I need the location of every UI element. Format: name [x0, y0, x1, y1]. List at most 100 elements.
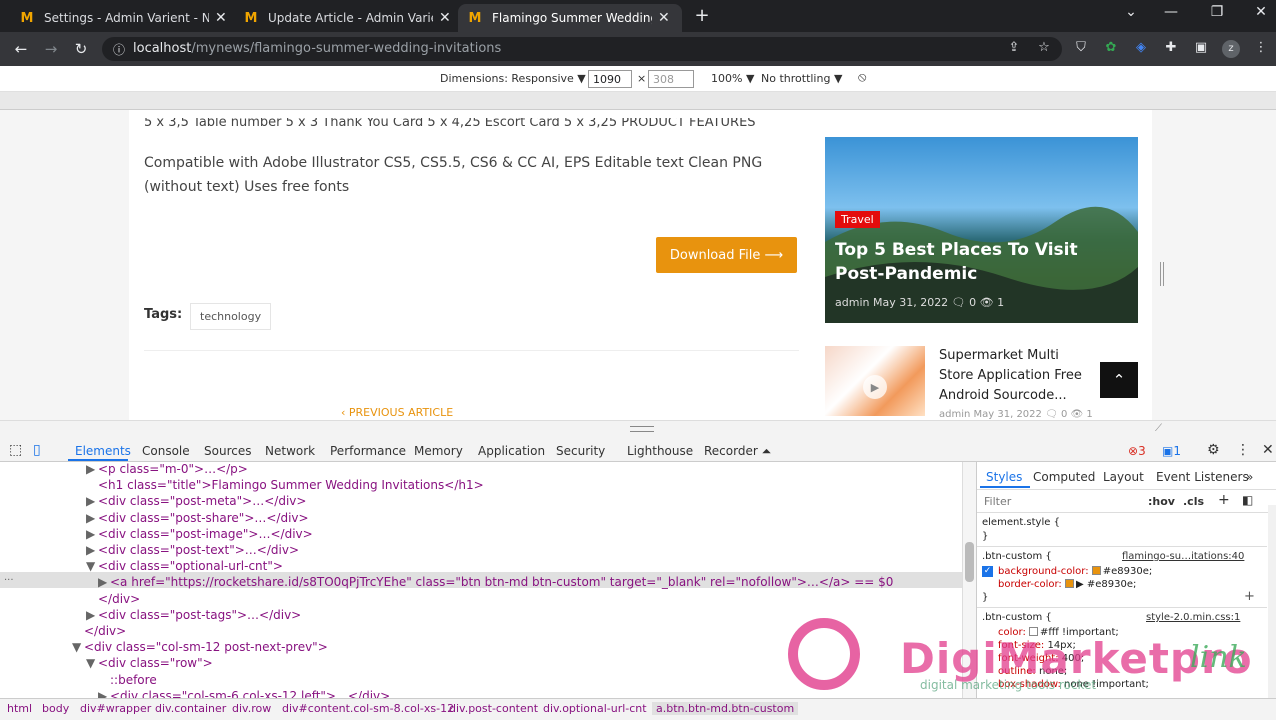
- close-window-button[interactable]: ✕: [1246, 4, 1276, 26]
- expand-arrow-icon[interactable]: ▶: [86, 543, 98, 557]
- viewport-resize-handle[interactable]: [1160, 262, 1164, 286]
- back-icon[interactable]: ←: [10, 40, 32, 58]
- close-icon[interactable]: ✕: [215, 10, 227, 26]
- breadcrumb-item[interactable]: a.btn.btn-md.btn-custom: [652, 702, 799, 715]
- sidepanel-icon[interactable]: ▣: [1192, 40, 1210, 58]
- expand-arrow-icon[interactable]: ▼: [86, 656, 98, 670]
- device-toggle-icon[interactable]: ▯: [33, 442, 41, 458]
- tab-recorder[interactable]: Recorder ⏶: [704, 444, 771, 459]
- previous-article-link[interactable]: ‹ PREVIOUS ARTICLE: [341, 406, 453, 419]
- dom-node-line[interactable]: ▶ <a href="https://rocketshare.id/s8TO0qP…: [98, 575, 893, 589]
- close-devtools-icon[interactable]: ✕: [1262, 442, 1274, 458]
- throttling-select[interactable]: No throttling ▼: [761, 72, 842, 85]
- css-prop-row[interactable]: background-color: #e8930e;: [998, 566, 1152, 577]
- dom-node-line[interactable]: ▼ <div class="col-sm-12 post-next-prev">: [72, 640, 328, 654]
- rotate-icon[interactable]: ⦸: [858, 70, 866, 85]
- new-rule-icon[interactable]: +: [1218, 492, 1230, 508]
- filter-input[interactable]: Filter: [984, 495, 1011, 508]
- dom-node-line[interactable]: ▼ <div class="row">: [86, 656, 213, 670]
- tab-security[interactable]: Security: [556, 444, 605, 458]
- inspect-icon[interactable]: ⬚: [9, 442, 22, 458]
- tab-search-icon[interactable]: ⌄: [1116, 4, 1146, 26]
- tab-network[interactable]: Network: [265, 444, 315, 458]
- expand-arrow-icon[interactable]: ▶: [86, 608, 98, 622]
- dom-node-line[interactable]: <h1 class="title">Flamingo Summer Weddin…: [86, 478, 484, 492]
- dom-node-line[interactable]: ▶ <div class="post-tags">…</div>: [86, 608, 301, 622]
- tab-application[interactable]: Application: [478, 444, 545, 458]
- drag-handle-icon[interactable]: [630, 426, 654, 432]
- close-icon[interactable]: ✕: [439, 10, 451, 26]
- tab-elements[interactable]: Elements: [75, 444, 131, 458]
- tab-styles[interactable]: Styles: [986, 470, 1022, 484]
- scrollbar-thumb[interactable]: [965, 542, 974, 582]
- avatar[interactable]: z: [1222, 40, 1240, 58]
- download-file-button[interactable]: Download File ⟶: [656, 237, 797, 273]
- tab-performance[interactable]: Performance: [330, 444, 406, 458]
- new-tab-button[interactable]: +: [692, 5, 712, 27]
- rule-source-link[interactable]: style-2.0.min.css:1: [1146, 612, 1240, 623]
- forward-icon[interactable]: →: [40, 40, 62, 58]
- css-prop-row[interactable]: border-color: ▶ #e8930e;: [998, 579, 1136, 590]
- category-badge[interactable]: Travel: [835, 211, 880, 228]
- tab-memory[interactable]: Memory: [414, 444, 463, 458]
- color-swatch[interactable]: [1091, 566, 1101, 575]
- reload-icon[interactable]: ↻: [70, 40, 92, 58]
- dom-node-line[interactable]: </div>: [86, 592, 140, 606]
- zoom-select[interactable]: 100% ▼: [711, 72, 754, 85]
- property-checkbox[interactable]: ✓: [982, 566, 993, 577]
- dom-node-line[interactable]: ▶ <p class="m-0">…</p>: [86, 462, 248, 476]
- extension-leaf-icon[interactable]: ✿: [1102, 40, 1120, 58]
- dom-node-line[interactable]: ▶ <div class="post-share">…</div>: [86, 511, 309, 525]
- menu-icon[interactable]: ⋮: [1252, 40, 1270, 58]
- styles-scrollbar[interactable]: [1268, 505, 1276, 698]
- tab-event-listeners[interactable]: Event Listeners: [1156, 470, 1249, 484]
- rule-source-link[interactable]: flamingo-su…itations:40: [1122, 551, 1244, 562]
- error-count-badge[interactable]: ⊗3: [1128, 444, 1146, 458]
- devtools-menu-icon[interactable]: ⋮: [1236, 442, 1250, 458]
- maximize-button[interactable]: ❐: [1202, 4, 1232, 26]
- share-icon[interactable]: ⇪: [1005, 40, 1023, 58]
- dom-node-line[interactable]: ::before: [98, 673, 157, 687]
- expand-arrow-icon[interactable]: ▶: [86, 511, 98, 525]
- expand-arrow-icon[interactable]: ▼: [72, 640, 84, 654]
- extension-vpn-icon[interactable]: ◈: [1132, 40, 1150, 58]
- dom-node-line[interactable]: ▶ <div class="post-meta">…</div>: [86, 494, 306, 508]
- breadcrumb-item[interactable]: html: [7, 702, 32, 715]
- breadcrumb-item[interactable]: div#wrapper: [80, 702, 151, 715]
- featured-post-title[interactable]: Top 5 Best Places To Visit Post-Pandemic: [835, 238, 1130, 286]
- breadcrumb-item[interactable]: div.row: [232, 702, 271, 715]
- expand-arrow-icon[interactable]: ▶: [86, 494, 98, 508]
- ellipsis-icon[interactable]: ···: [4, 575, 14, 586]
- toggle-sidebar-icon[interactable]: ◧: [1242, 493, 1253, 507]
- tab-sources[interactable]: Sources: [204, 444, 251, 458]
- tab-computed[interactable]: Computed: [1033, 470, 1095, 484]
- related-post-title[interactable]: Supermarket Multi Store Application Free…: [939, 346, 1089, 406]
- dom-node-line[interactable]: ▶ <div class="post-image">…</div>: [86, 527, 313, 541]
- shield-icon[interactable]: ⛉: [1072, 40, 1090, 58]
- corner-resize-icon[interactable]: ⟋: [1155, 423, 1167, 435]
- cls-toggle[interactable]: .cls: [1183, 495, 1204, 508]
- minimize-button[interactable]: —: [1156, 4, 1186, 26]
- width-input[interactable]: 1090: [588, 70, 632, 88]
- dom-node-line[interactable]: </div>: [72, 624, 126, 638]
- dimensions-select[interactable]: Dimensions: Responsive ▼: [440, 72, 586, 85]
- hov-toggle[interactable]: :hov: [1148, 495, 1175, 508]
- expand-arrow-icon[interactable]: ▶: [86, 527, 98, 541]
- dom-node-line[interactable]: ▶ <div class="post-text">…</div>: [86, 543, 299, 557]
- tab-console[interactable]: Console: [142, 444, 190, 458]
- expand-arrow-icon[interactable]: ▶: [98, 575, 110, 589]
- expand-arrow-icon[interactable]: ▼: [86, 559, 98, 573]
- tag-technology[interactable]: technology: [190, 303, 272, 330]
- expand-arrow-icon[interactable]: ▶: [86, 462, 98, 476]
- tab-flamingo[interactable]: M Flamingo Summer Wedding Invit ✕: [458, 4, 682, 32]
- settings-gear-icon[interactable]: ⚙: [1207, 442, 1220, 458]
- puzzle-icon[interactable]: ✚: [1162, 40, 1180, 58]
- dom-node-line[interactable]: ▼ <div class="optional-url-cnt">: [86, 559, 283, 573]
- star-icon[interactable]: ☆: [1035, 40, 1053, 58]
- tab-update-article[interactable]: M Update Article - Admin Varient - ✕: [234, 4, 461, 32]
- color-swatch[interactable]: [1065, 579, 1074, 588]
- close-icon[interactable]: ✕: [658, 10, 670, 26]
- info-icon[interactable]: ⓘ: [110, 41, 128, 59]
- message-count-badge[interactable]: ▣1: [1162, 444, 1181, 458]
- height-input[interactable]: 308: [648, 70, 694, 88]
